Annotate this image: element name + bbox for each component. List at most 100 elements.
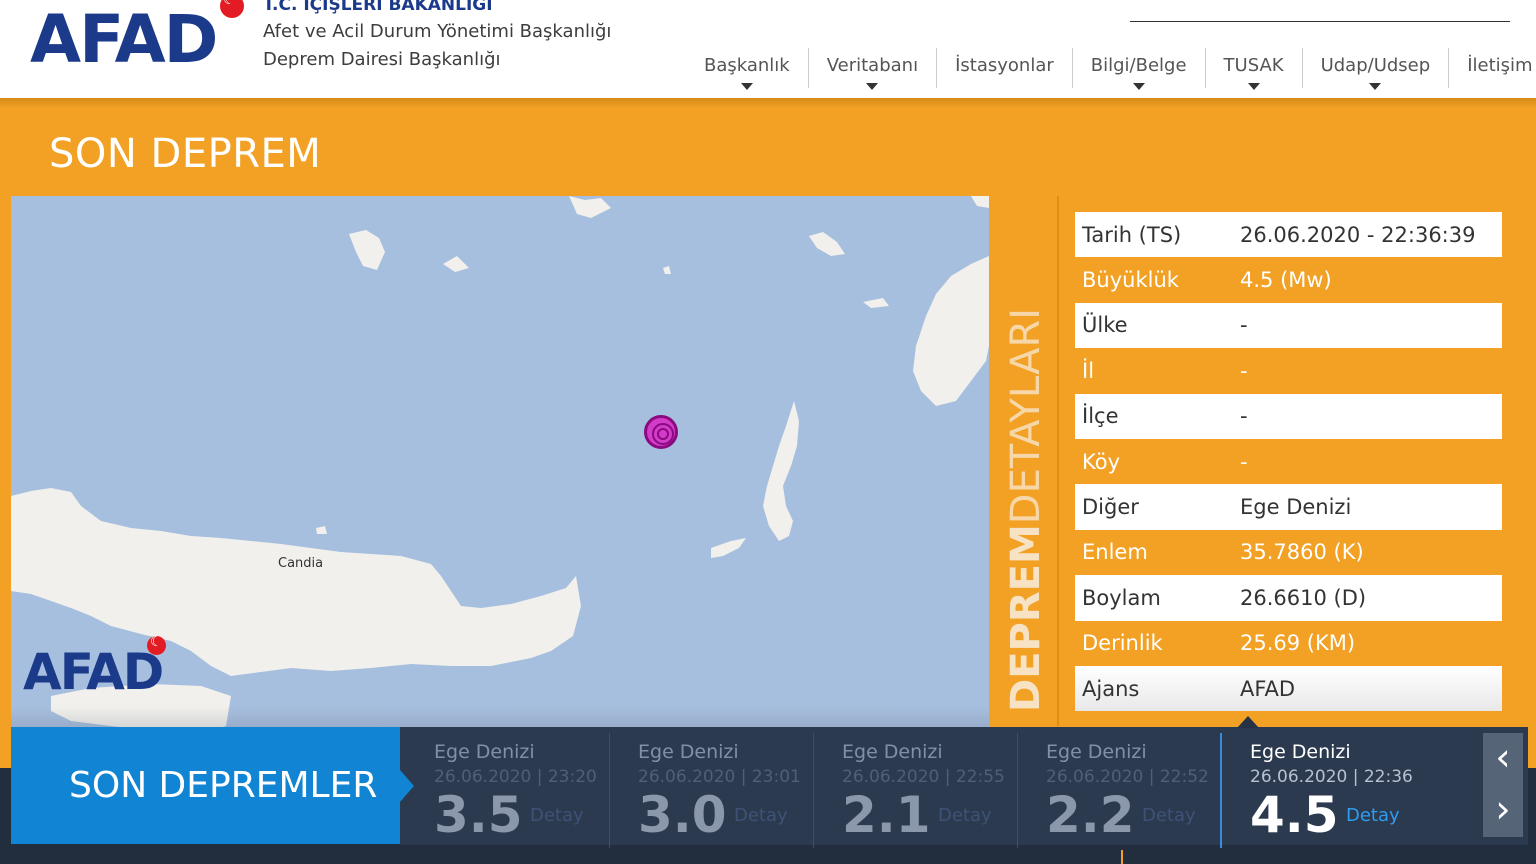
nav-label: Veritabanı bbox=[826, 55, 919, 76]
detail-key: Ajans bbox=[1082, 676, 1140, 701]
nav-item-tusak[interactable]: TUSAK bbox=[1206, 48, 1303, 90]
detail-value: 25.69 (KM) bbox=[1240, 631, 1356, 656]
detail-value: 4.5 (Mw) bbox=[1240, 268, 1332, 293]
detail-key: Büyüklük bbox=[1082, 268, 1179, 293]
recent-quakes-title: SON DEPREMLER bbox=[69, 765, 378, 806]
quake-date: 26.06.2020 | 22:36 bbox=[1250, 767, 1413, 787]
vertical-title-bold: DEPREM bbox=[1003, 524, 1049, 712]
detail-key: Tarih (TS) bbox=[1082, 222, 1182, 247]
nav-label: İletişim bbox=[1467, 55, 1533, 76]
detail-value: 26.6610 (D) bbox=[1240, 585, 1367, 610]
map-watermark-logo: AFAD bbox=[23, 643, 164, 701]
map-flag-icon bbox=[147, 634, 166, 655]
site-header: AFAD T.C. İÇİŞLERİ BAKANLIĞI Afet ve Aci… bbox=[0, 0, 1536, 98]
active-card-pointer bbox=[1237, 716, 1259, 728]
caret-down-icon bbox=[1132, 83, 1145, 90]
main-nav: Başkanlık Veritabanı İstasyonlar Bilgi/B… bbox=[686, 48, 1536, 90]
recent-quake-card[interactable]: Ege Denizi 26.06.2020 | 22:52 2.2 Detay bbox=[1018, 733, 1222, 848]
nav-label: TUSAK bbox=[1223, 55, 1284, 76]
detail-value: - bbox=[1240, 449, 1248, 474]
quake-detail-link[interactable]: Detay bbox=[1346, 805, 1400, 826]
quake-date: 26.06.2020 | 22:55 bbox=[842, 767, 1005, 787]
caret-down-icon bbox=[1369, 83, 1382, 90]
quake-detail-link[interactable]: Detay bbox=[1142, 805, 1196, 826]
quake-detail-link[interactable]: Detay bbox=[734, 805, 788, 826]
detail-key: Boylam bbox=[1082, 585, 1161, 610]
quake-place: Ege Denizi bbox=[842, 741, 943, 763]
detail-key: İl bbox=[1082, 358, 1095, 383]
nav-label: Udap/Udsep bbox=[1320, 55, 1431, 76]
nav-label: İstasyonlar bbox=[955, 55, 1054, 76]
quake-magnitude: 3.5 bbox=[434, 786, 523, 844]
quake-place: Ege Denizi bbox=[1250, 741, 1351, 763]
detail-value: - bbox=[1240, 313, 1248, 338]
quake-magnitude: 4.5 bbox=[1250, 786, 1339, 844]
chevron-left-icon[interactable]: ‹ bbox=[1483, 733, 1523, 785]
ministry-name: T.C. İÇİŞLERİ BAKANLIĞI bbox=[263, 0, 493, 15]
quake-place: Ege Denizi bbox=[434, 741, 535, 763]
quake-magnitude: 3.0 bbox=[638, 786, 727, 844]
detail-value: 26.06.2020 - 22:36:39 bbox=[1240, 222, 1476, 247]
quake-date: 26.06.2020 | 22:52 bbox=[1046, 767, 1209, 787]
quake-date: 26.06.2020 | 23:01 bbox=[638, 767, 801, 787]
detail-value: - bbox=[1240, 404, 1248, 429]
nav-item-iletisim[interactable]: İletişim bbox=[1449, 48, 1536, 88]
detail-key: Enlem bbox=[1082, 540, 1148, 565]
chevron-right-icon[interactable]: › bbox=[1483, 785, 1523, 837]
epicenter-marker[interactable] bbox=[644, 415, 678, 449]
quake-date: 26.06.2020 | 23:20 bbox=[434, 767, 597, 787]
caret-down-icon bbox=[866, 83, 879, 90]
quake-magnitude: 2.2 bbox=[1046, 786, 1135, 844]
detail-key: İlçe bbox=[1082, 404, 1119, 429]
quake-detail-link[interactable]: Detay bbox=[530, 805, 584, 826]
quake-detail-link[interactable]: Detay bbox=[938, 805, 992, 826]
quake-details-table: Tarih (TS) 26.06.2020 - 22:36:39 Büyüklük… bbox=[1075, 212, 1502, 712]
details-vertical-title: DEPREMDETAYLARI bbox=[1003, 307, 1049, 712]
recent-quake-card-active[interactable]: Ege Denizi 26.06.2020 | 22:36 4.5 Detay bbox=[1220, 733, 1480, 848]
nav-divider-line bbox=[1130, 21, 1510, 22]
recent-quakes-title-box: SON DEPREMLER bbox=[11, 727, 400, 844]
recent-quake-card[interactable]: Ege Denizi 26.06.2020 | 23:01 3.0 Detay bbox=[610, 733, 814, 848]
details-divider bbox=[1057, 196, 1059, 726]
section-title: SON DEPREM bbox=[49, 131, 322, 177]
detail-row-country: Ülke - bbox=[1075, 302, 1502, 349]
caret-down-icon bbox=[1247, 83, 1260, 90]
department-name: Deprem Dairesi Başkanlığı bbox=[263, 49, 501, 70]
nav-item-udap-udsep[interactable]: Udap/Udsep bbox=[1303, 48, 1450, 90]
detail-key: Diğer bbox=[1082, 495, 1139, 520]
nav-item-bilgi-belge[interactable]: Bilgi/Belge bbox=[1073, 48, 1206, 90]
caret-down-icon bbox=[740, 83, 753, 90]
nav-item-veritabani[interactable]: Veritabanı bbox=[809, 48, 938, 90]
detail-row-date: Tarih (TS) 26.06.2020 - 22:36:39 bbox=[1075, 212, 1502, 258]
detail-row-latitude: Enlem 35.7860 (K) bbox=[1075, 530, 1502, 575]
detail-value: 35.7860 (K) bbox=[1240, 540, 1364, 565]
section-shadow bbox=[0, 98, 1536, 108]
vertical-title-light: DETAYLARI bbox=[1003, 307, 1049, 525]
city-label-candia: Candia bbox=[278, 556, 324, 571]
nav-label: Başkanlık bbox=[704, 55, 790, 76]
detail-value: AFAD bbox=[1240, 676, 1296, 701]
quake-place: Ege Denizi bbox=[1046, 741, 1147, 763]
scroll-indicator bbox=[1121, 850, 1123, 864]
agency-name: Afet ve Acil Durum Yönetimi Başkanlığı bbox=[263, 21, 612, 42]
detail-row-village: Köy - bbox=[1075, 439, 1502, 484]
detail-row-agency: Ajans AFAD bbox=[1075, 665, 1502, 712]
recent-quake-card[interactable]: Ege Denizi 26.06.2020 | 22:55 2.1 Detay bbox=[814, 733, 1018, 848]
quake-place: Ege Denizi bbox=[638, 741, 739, 763]
logo-text: AFAD bbox=[30, 1, 218, 78]
detail-value: - bbox=[1240, 358, 1248, 383]
detail-key: Ülke bbox=[1082, 313, 1128, 338]
detail-key: Köy bbox=[1082, 449, 1121, 474]
nav-item-istasyonlar[interactable]: İstasyonlar bbox=[937, 48, 1073, 88]
detail-row-district: İlçe - bbox=[1075, 393, 1502, 439]
detail-row-depth: Derinlik 25.69 (KM) bbox=[1075, 621, 1502, 666]
detail-key: Derinlik bbox=[1082, 631, 1163, 656]
detail-row-magnitude: Büyüklük 4.5 (Mw) bbox=[1075, 257, 1502, 302]
quake-magnitude: 2.1 bbox=[842, 786, 931, 844]
detail-row-other: Diğer Ege Denizi bbox=[1075, 484, 1502, 530]
recent-quake-card[interactable]: Ege Denizi 26.06.2020 | 23:20 3.5 Detay bbox=[406, 733, 610, 848]
nav-item-baskanlik[interactable]: Başkanlık bbox=[686, 48, 809, 90]
detail-value: Ege Denizi bbox=[1240, 495, 1352, 520]
afad-logo[interactable]: AFAD bbox=[30, 0, 245, 78]
earthquake-map[interactable]: Candia AFAD bbox=[11, 196, 989, 766]
